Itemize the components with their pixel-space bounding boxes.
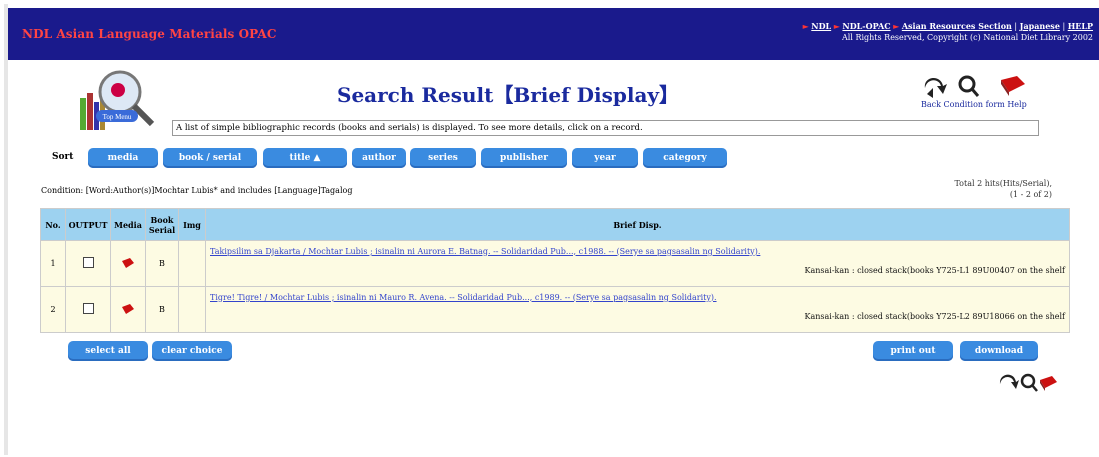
- link-help[interactable]: HELP: [1068, 21, 1093, 31]
- tool-icons: Back Condition form Help: [921, 74, 1041, 116]
- brief-cell: Takipsilim sa Djakarta / Mochtar Lubis ;…: [205, 240, 1070, 287]
- book-serial-cell: B: [145, 240, 179, 287]
- sort-category-button[interactable]: category: [643, 148, 727, 168]
- header-bar: NDL Asian Language Materials OPAC ► NDL …: [8, 8, 1099, 60]
- img-cell: [178, 286, 206, 333]
- table-header-row: No. OUTPUT Media Book Serial Img Brief D…: [40, 208, 1070, 241]
- sort-year-button[interactable]: year: [572, 148, 638, 168]
- condition-label[interactable]: Condition: [944, 100, 984, 109]
- col-output: OUTPUT: [65, 208, 111, 241]
- sort-media-button[interactable]: media: [88, 148, 158, 168]
- page-title: Search Result【Brief Display】: [337, 83, 680, 107]
- col-brief-disp: Brief Disp.: [205, 208, 1070, 241]
- select-all-button[interactable]: select all: [68, 341, 148, 361]
- back-icon[interactable]: [999, 374, 1019, 389]
- help-book-icon[interactable]: [1001, 76, 1025, 96]
- description-box: A list of simple bibliographic records (…: [172, 120, 1039, 136]
- img-cell: [178, 240, 206, 287]
- table-row: 2 B Tigre! Tigre! / Mochtar Lubis ; isin…: [40, 286, 1070, 333]
- header-links: ► NDL ► NDL-OPAC ► Asian Resources Secti…: [802, 21, 1093, 42]
- media-cell: [110, 286, 146, 333]
- sort-publisher-button[interactable]: publisher: [481, 148, 567, 168]
- form-label[interactable]: form: [986, 100, 1005, 109]
- link-ndl-opac[interactable]: NDL-OPAC: [842, 21, 890, 31]
- clear-choice-button[interactable]: clear choice: [152, 341, 232, 361]
- link-japanese[interactable]: Japanese: [1020, 21, 1060, 31]
- brief-cell: Tigre! Tigre! / Mochtar Lubis ; isinalin…: [205, 286, 1070, 333]
- sort-book-serial-button[interactable]: book / serial: [163, 148, 257, 168]
- col-book-serial: Book Serial: [145, 208, 179, 241]
- help-book-icon[interactable]: [1040, 376, 1057, 391]
- back-icon[interactable]: [924, 77, 947, 98]
- top-menu-label: Top Menu: [103, 113, 132, 121]
- link-asian-resources[interactable]: Asian Resources Section: [902, 21, 1012, 31]
- holding-info: Kansai-kan : closed stack(books Y725-L1 …: [804, 265, 1065, 275]
- output-checkbox[interactable]: [82, 303, 94, 314]
- book-serial-cell: B: [145, 286, 179, 333]
- tool-labels: Back Condition form Help: [921, 100, 1027, 109]
- top-menu-logo[interactable]: Top Menu: [68, 68, 168, 148]
- row-number: 1: [40, 240, 66, 287]
- table-row: 1 B Takipsilim sa Djakarta / Mochtar Lub…: [40, 240, 1070, 287]
- output-cell: [65, 286, 111, 333]
- results-table: No. OUTPUT Media Book Serial Img Brief D…: [40, 208, 1070, 333]
- holding-info: Kansai-kan : closed stack(books Y725-L2 …: [804, 311, 1065, 321]
- sort-author-button[interactable]: author: [352, 148, 406, 168]
- output-checkbox[interactable]: [82, 257, 94, 268]
- bottom-tool-icons: [998, 372, 1058, 394]
- condition-text: Condition: [Word:Author(s)]Mochtar Lubis…: [41, 186, 353, 195]
- col-img: Img: [178, 208, 206, 241]
- sort-series-button[interactable]: series: [410, 148, 476, 168]
- record-link[interactable]: Tigre! Tigre! / Mochtar Lubis ; isinalin…: [210, 293, 1065, 302]
- book-media-icon: [122, 303, 134, 314]
- output-cell: [65, 240, 111, 287]
- print-out-button[interactable]: print out: [873, 341, 953, 361]
- download-button[interactable]: download: [960, 341, 1038, 361]
- row-number: 2: [40, 286, 66, 333]
- col-media: Media: [110, 208, 146, 241]
- link-ndl[interactable]: NDL: [811, 21, 831, 31]
- sort-label: Sort: [52, 152, 74, 162]
- total-hits-line2: (1 - 2 of 2): [1009, 190, 1052, 199]
- record-link[interactable]: Takipsilim sa Djakarta / Mochtar Lubis ;…: [210, 247, 1065, 256]
- total-hits-line1: Total 2 hits(Hits/Serial),: [954, 179, 1052, 188]
- media-cell: [110, 240, 146, 287]
- search-icon[interactable]: [1020, 373, 1038, 392]
- sort-title-button[interactable]: title ▲: [263, 148, 347, 168]
- app-title: NDL Asian Language Materials OPAC: [22, 27, 277, 41]
- back-label[interactable]: Back: [921, 100, 941, 109]
- col-no: No.: [40, 208, 66, 241]
- help-label[interactable]: Help: [1007, 100, 1026, 109]
- book-media-icon: [122, 257, 134, 268]
- search-icon[interactable]: [958, 75, 980, 97]
- copyright-text: All Rights Reserved, Copyright (c) Natio…: [842, 33, 1093, 42]
- total-hits: Total 2 hits(Hits/Serial), (1 - 2 of 2): [954, 178, 1052, 200]
